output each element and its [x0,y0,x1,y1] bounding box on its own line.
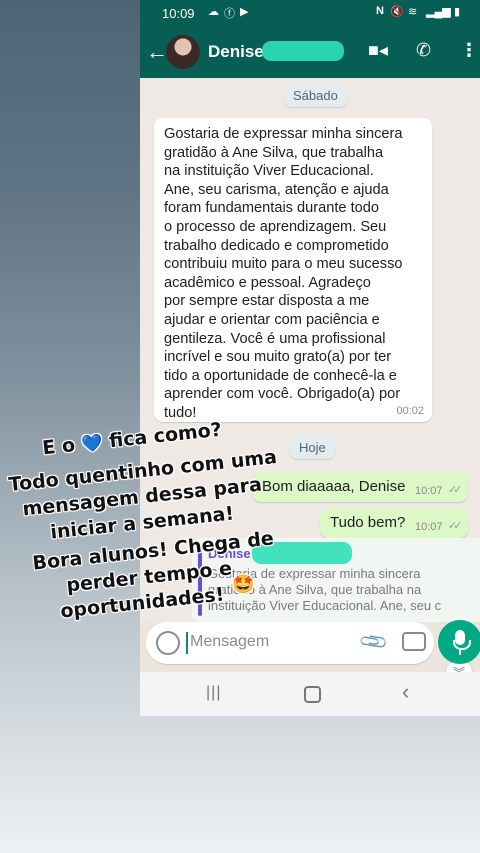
overlay-caption: E o 💙 fica como? Todo quentinho com uma … [0,419,300,628]
android-nav-bar: ||| ‹ [140,672,480,716]
outgoing-message-time: 10:07 [415,485,443,497]
message-composer[interactable]: Mensagem 📎 [146,622,434,664]
video-call-icon[interactable]: ■◂ [368,40,388,61]
blue-heart-icon: 💙 [80,433,104,456]
cloud-icon: ☁ [208,6,219,18]
nfc-icon: N [376,5,384,17]
camera-icon[interactable] [402,632,426,651]
outgoing-message[interactable]: Tudo bem? 10:07 ✓✓ [320,508,468,538]
more-options-icon[interactable]: ⋮ [460,40,478,61]
avatar[interactable] [166,35,200,69]
date-chip-saturday: Sábado [284,84,347,107]
youtube-icon: ▶ [240,6,249,18]
star-struck-emoji: 🤩 [232,574,255,595]
wifi-icon: ≋ [408,6,418,18]
caption-line: E o [41,434,77,460]
message-input[interactable]: Mensagem [190,633,269,651]
mute-icon: 🔇 [390,6,404,18]
back-arrow-icon[interactable]: ← [146,39,168,65]
home-icon[interactable] [304,686,321,703]
outgoing-message-text: Tudo bem? [330,514,406,531]
chat-header: ← Denise ■◂ ✆ ⋮ [140,28,480,78]
back-icon[interactable]: ‹ [402,679,409,705]
recent-apps-icon[interactable]: ||| [206,684,221,702]
caption-line: fica como? [108,418,223,453]
signal-icon: ▂▄▆ [426,6,451,18]
incoming-message-time: 00:02 [396,405,424,417]
text-caret [186,632,188,654]
voice-call-icon[interactable]: ✆ [416,40,431,61]
status-bar: 10:09 ☁ ⓕ ▶ N 🔇 ≋ ▂▄▆ ▮ [140,0,480,28]
contact-name[interactable]: Denise [208,42,264,62]
facebook-icon: ⓕ [224,8,235,20]
incoming-message[interactable]: Gostaria de expressar minha sincera grat… [154,118,432,422]
battery-icon: ▮ [454,6,461,18]
status-time: 10:09 [162,6,195,21]
redaction-scribble [262,41,344,61]
emoji-icon[interactable] [156,631,180,655]
read-ticks-icon: ✓✓ [448,484,463,496]
incoming-message-text: Gostaria de expressar minha sincera grat… [164,126,403,421]
attach-icon[interactable]: 📎 [357,625,391,659]
read-ticks-icon: ✓✓ [448,520,463,532]
outgoing-message-time: 10:07 [415,521,443,533]
mic-button[interactable] [438,620,480,664]
